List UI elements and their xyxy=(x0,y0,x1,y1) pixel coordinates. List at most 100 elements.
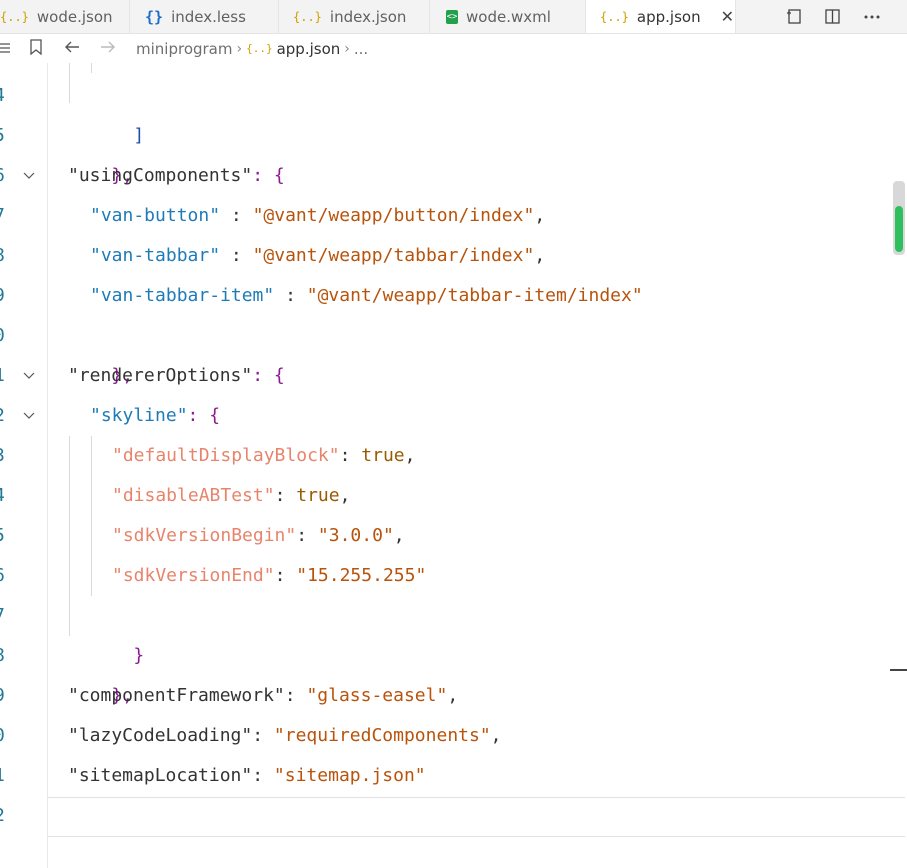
fold-chevron-down-icon[interactable] xyxy=(22,396,36,436)
breadcrumb-more[interactable]: ... xyxy=(354,40,368,58)
line-number: 5 xyxy=(0,116,5,156)
breadcrumb-file[interactable]: app.json xyxy=(277,40,341,58)
more-actions-icon[interactable] xyxy=(863,8,881,26)
code-token: "van-tabbar" xyxy=(90,245,221,266)
line-number: 9 xyxy=(0,676,5,716)
code-token: : { xyxy=(187,405,221,426)
code-line: "defaultDisplayBlock": true, xyxy=(112,445,416,466)
code-token: "componentFramework" xyxy=(68,685,285,706)
json-braces-icon: {..} xyxy=(293,9,322,24)
code-line: }, xyxy=(68,116,133,186)
chevron-right-icon: › xyxy=(236,40,243,57)
line-number-gutter: 4 5 6 7 8 9 0 1 2 3 4 5 6 7 8 9 0 1 2 xyxy=(0,63,48,868)
code-token: "@vant/weapp/tabbar-item/index" xyxy=(306,285,643,306)
line-number: 1 xyxy=(0,756,5,796)
code-token: "15.255.255" xyxy=(296,565,427,586)
code-token: "3.0.0" xyxy=(317,525,394,546)
line-number: 4 xyxy=(0,476,5,516)
line-number: 7 xyxy=(0,596,5,636)
open-changes-icon[interactable] xyxy=(785,8,803,26)
line-number: 3 xyxy=(0,436,5,476)
tab-label: app.json xyxy=(636,7,701,26)
tab-label: index.less xyxy=(171,7,246,26)
line-number: 8 xyxy=(0,636,5,676)
close-icon[interactable]: ✕ xyxy=(721,7,734,26)
tab-index-json[interactable]: {..} index.json xyxy=(279,0,430,33)
tab-label: index.json xyxy=(329,7,407,26)
code-line: "van-tabbar" : "@vant/weapp/tabbar/index… xyxy=(90,236,545,276)
breadcrumb: miniprogram › {..} app.json › ... xyxy=(0,34,907,63)
code-line: "sitemapLocation": "sitemap.json" xyxy=(68,765,426,786)
code-token: "lazyCodeLoading" xyxy=(68,725,253,746)
indent-guide xyxy=(91,63,92,73)
split-editor-icon[interactable] xyxy=(823,8,841,26)
code-line: } xyxy=(48,836,102,868)
line-number: 6 xyxy=(0,156,5,196)
overview-ruler-cursor xyxy=(890,669,907,671)
code-token: "requiredComponents" xyxy=(273,725,491,746)
code-token: "glass-easel" xyxy=(306,685,448,706)
line-number: 1 xyxy=(0,356,5,396)
line-number: 7 xyxy=(0,196,5,236)
line-number: 4 xyxy=(0,76,5,116)
tab-app-json[interactable]: {..} app.json ✕ xyxy=(586,0,736,33)
bookmark-icon[interactable] xyxy=(30,38,42,59)
code-token: "defaultDisplayBlock" xyxy=(112,445,340,466)
code-token: "usingComponents" xyxy=(68,165,253,186)
code-editor[interactable]: 4 5 6 7 8 9 0 1 2 3 4 5 6 7 8 9 0 1 2 ] xyxy=(0,63,907,868)
code-line: "sdkVersionEnd": "15.255.255" xyxy=(112,565,427,586)
code-line: "lazyCodeLoading": "requiredComponents", xyxy=(68,725,502,746)
code-token: "@vant/weapp/tabbar/index" xyxy=(252,245,535,266)
code-token: "sitemap.json" xyxy=(273,765,426,786)
code-line: "rendererOptions": { xyxy=(68,356,285,396)
breadcrumb-root[interactable]: miniprogram xyxy=(136,40,232,58)
fold-chevron-down-icon[interactable] xyxy=(22,356,36,396)
code-token: } xyxy=(133,645,145,666)
editor-tab-bar: {..} wode.json {} index.less {..} index.… xyxy=(0,0,907,34)
tab-index-less[interactable]: {} index.less xyxy=(131,0,279,33)
code-token: "skyline" xyxy=(90,405,188,426)
line-number: 9 xyxy=(0,276,5,316)
code-line: "van-tabbar-item" : "@vant/weapp/tabbar-… xyxy=(90,276,643,316)
code-line: }, xyxy=(68,636,133,706)
line-number: 2 xyxy=(0,796,5,836)
line-number: 5 xyxy=(0,516,5,556)
code-token: true xyxy=(361,445,405,466)
code-line: "skyline": { xyxy=(90,396,220,436)
chevron-right-icon: › xyxy=(344,40,350,57)
code-token: : { xyxy=(252,165,285,186)
indent-guide xyxy=(91,436,92,596)
code-token: "sdkVersionBegin" xyxy=(112,525,297,546)
code-token: ] xyxy=(133,125,145,146)
code-token: "disableABTest" xyxy=(112,485,275,506)
code-token: : { xyxy=(252,365,285,386)
code-line: } xyxy=(90,596,144,666)
code-token: , xyxy=(534,205,546,226)
fold-chevron-down-icon[interactable] xyxy=(22,156,36,196)
code-token: , xyxy=(534,245,546,266)
tab-label: wode.json xyxy=(36,7,113,26)
line-number: 0 xyxy=(0,316,5,356)
code-line: ] xyxy=(90,76,144,146)
code-token: : xyxy=(274,285,307,306)
tab-wode-json[interactable]: {..} wode.json xyxy=(0,0,130,33)
line-number: 6 xyxy=(0,556,5,596)
back-arrow-icon[interactable] xyxy=(64,39,80,58)
tab-wode-wxml[interactable]: <> wode.wxml xyxy=(430,0,586,33)
editor-actions xyxy=(785,0,881,33)
line-number: 8 xyxy=(0,236,5,276)
code-token: "@vant/weapp/button/index" xyxy=(252,205,535,226)
wxml-file-icon: <> xyxy=(446,9,458,24)
code-line: "sdkVersionBegin": "3.0.0", xyxy=(112,525,405,546)
code-token: "van-button" xyxy=(90,205,221,226)
code-line: "disableABTest": true, xyxy=(112,485,351,506)
current-line-highlight xyxy=(47,797,905,837)
list-icon[interactable] xyxy=(0,39,12,58)
forward-arrow-icon[interactable] xyxy=(100,39,116,58)
code-token: true xyxy=(296,485,340,506)
code-token: "sdkVersionEnd" xyxy=(112,565,275,586)
json-braces-icon: {..} xyxy=(246,42,273,55)
line-number: 2 xyxy=(0,396,5,436)
code-token: "sitemapLocation" xyxy=(68,765,253,786)
code-token: : xyxy=(220,245,253,266)
